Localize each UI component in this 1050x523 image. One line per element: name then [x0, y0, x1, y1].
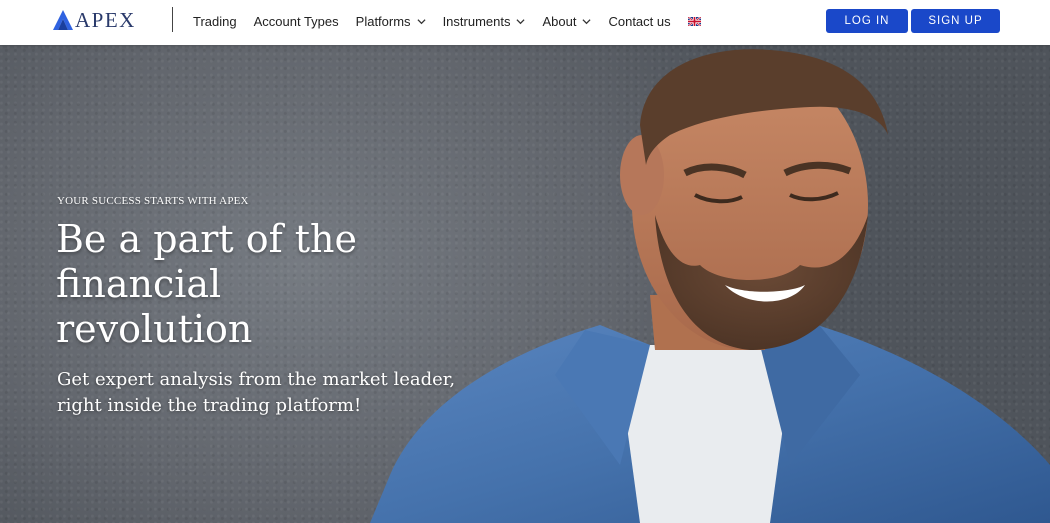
login-button[interactable]: LOG IN [826, 9, 908, 33]
hero-subline: Get expert analysis from the market lead… [57, 369, 456, 416]
nav-item-label: About [542, 13, 577, 29]
nav-item-instruments[interactable]: Instruments [443, 14, 526, 29]
nav-item-account-types[interactable]: Account Types [254, 14, 339, 29]
nav-item-label: Contact us [608, 13, 671, 29]
chevron-down-icon [516, 18, 526, 24]
chevron-down-icon [417, 18, 426, 24]
nav-item-label: Platforms [355, 13, 411, 29]
hero-eyebrow: YOUR SUCCESS STARTS WITH APEX [57, 195, 249, 207]
chevron-down-icon [582, 18, 592, 24]
header-divider [172, 7, 173, 32]
hero-headline: Be a part of the financial revolution [56, 217, 357, 351]
signup-button[interactable]: SIGN UP [911, 9, 1000, 33]
site-header: APEX Trading Account Types Platforms Ins… [0, 0, 1050, 45]
main-nav: Trading Account Types Platforms Instrume… [193, 0, 701, 42]
nav-item-trading[interactable]: Trading [193, 14, 237, 29]
nav-item-label: Instruments [442, 13, 511, 29]
apex-logo-icon [53, 10, 73, 30]
nav-item-platforms[interactable]: Platforms [356, 14, 426, 29]
hero-banner: YOUR SUCCESS STARTS WITH APEX Be a part … [0, 45, 1050, 523]
brand-name: APEX [75, 8, 136, 32]
uk-flag-icon[interactable] [687, 16, 701, 26]
nav-item-contact[interactable]: Contact us [608, 14, 670, 29]
nav-item-label: Trading [193, 13, 237, 29]
nav-item-label: Account Types [253, 13, 339, 29]
nav-item-about[interactable]: About [542, 13, 592, 29]
brand-logo[interactable]: APEX [52, 7, 136, 33]
hero-person-image [370, 49, 1050, 523]
